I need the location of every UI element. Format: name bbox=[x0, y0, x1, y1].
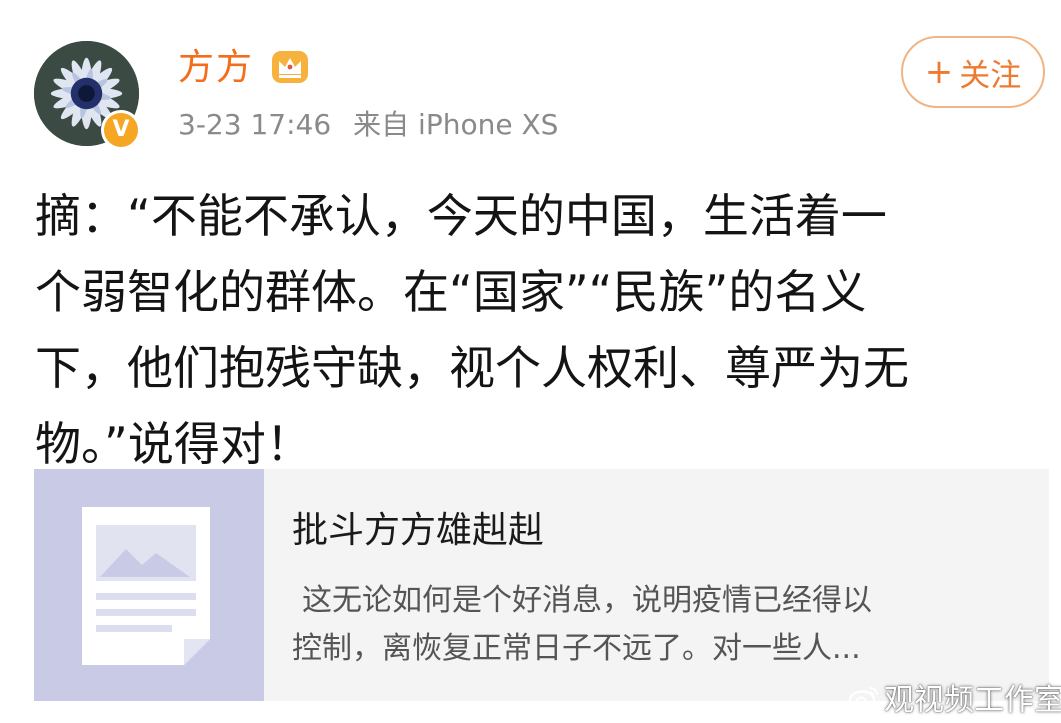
post-text-line: 个弱智化的群体。在“国家”“民族”的名义 bbox=[35, 265, 867, 319]
card-description-line: 控制，离恢复正常日子不远了。对一些人... bbox=[292, 631, 861, 666]
crown-icon bbox=[272, 51, 308, 83]
follow-button[interactable]: + 关注 bbox=[901, 36, 1045, 108]
card-description-line: 这无论如何是个好消息，说明疫情已经得以 bbox=[302, 583, 872, 618]
verified-badge-label: V bbox=[112, 117, 130, 142]
article-placeholder-icon bbox=[34, 469, 264, 701]
follow-button-label: 关注 bbox=[959, 57, 1022, 94]
article-thumbnail bbox=[34, 469, 264, 701]
post-text-line: 摘：“不能不承认，今天的中国，生活着一 bbox=[35, 189, 887, 243]
watermark-text: 观视频工作室 bbox=[884, 683, 1061, 718]
post-meta: 3-23 17:46 来自 iPhone XS bbox=[178, 107, 558, 143]
verified-badge-icon: V bbox=[101, 110, 141, 150]
weibo-icon bbox=[848, 687, 878, 710]
post-source: 来自 iPhone XS bbox=[353, 108, 559, 141]
link-card[interactable]: 批斗方方雄赳赳 这无论如何是个好消息，说明疫情已经得以 控制，离恢复正常日子不远… bbox=[34, 469, 1049, 701]
post-time: 3-23 17:46 bbox=[178, 108, 332, 141]
watermark: 观视频工作室 bbox=[848, 677, 1061, 718]
post-text: 摘：“不能不承认，今天的中国，生活着一 个弱智化的群体。在“国家”“民族”的名义… bbox=[35, 178, 1050, 482]
plus-icon: + bbox=[924, 52, 954, 92]
post-text-line: 下，他们抱残守缺，视个人权利、尊严为无 bbox=[35, 341, 909, 395]
card-description: 这无论如何是个好消息，说明疫情已经得以 控制，离恢复正常日子不远了。对一些人..… bbox=[292, 577, 1012, 673]
card-title: 批斗方方雄赳赳 bbox=[292, 510, 545, 551]
username[interactable]: 方方 bbox=[178, 46, 254, 90]
